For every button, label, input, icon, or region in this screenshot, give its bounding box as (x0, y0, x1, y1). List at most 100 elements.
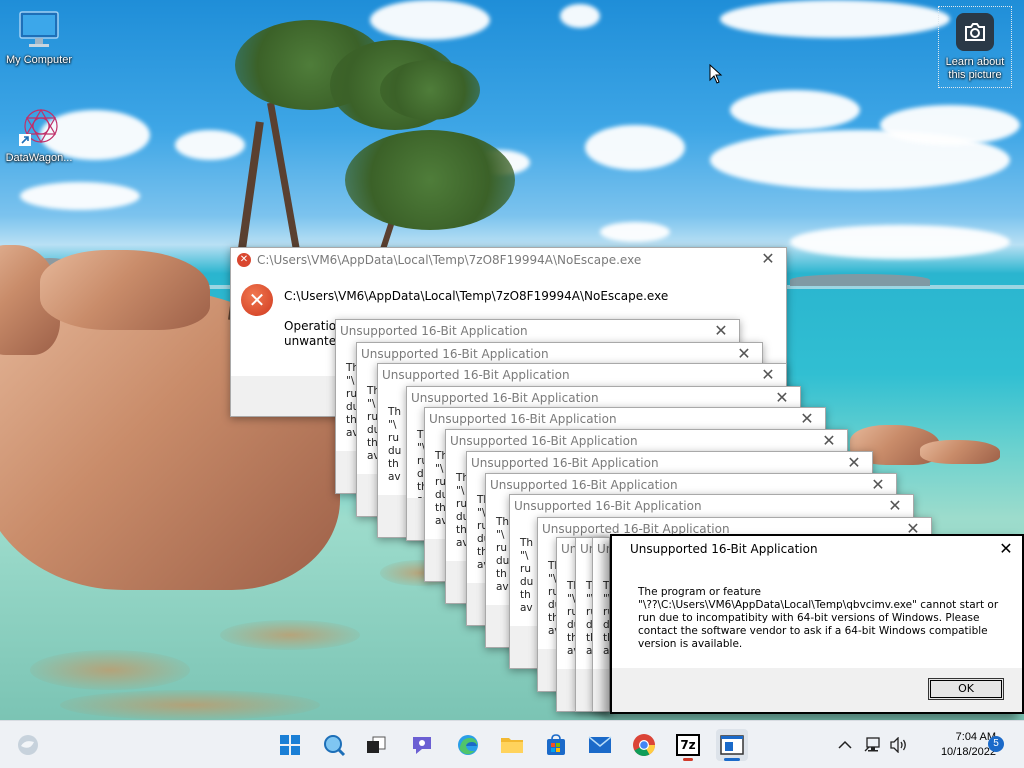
dialog-footer (593, 669, 609, 711)
dialog-title: Unsupported 16-Bit Application (411, 391, 599, 405)
dialog-message-line: "\ (520, 550, 529, 562)
7zip-button[interactable]: 7z (672, 729, 704, 761)
dialog-message-line: Th (603, 580, 610, 592)
chevron-up-icon (838, 740, 852, 749)
notification-badge[interactable]: 5 (988, 736, 1004, 752)
close-icon[interactable]: ✕ (868, 475, 888, 495)
dialog-message-line: av (520, 602, 533, 614)
mail-button[interactable] (584, 729, 616, 761)
unsupported-16bit-dialog[interactable]: Unsupported 16-Bit Application Th"\ruduth… (592, 537, 610, 712)
error-icon: ✕ (241, 284, 273, 316)
dialog-message-fragment: Th"\ruduthav (603, 580, 610, 658)
dialog-titlebar[interactable]: Unsupported 16-Bit Application (336, 320, 739, 342)
task-view-icon (367, 736, 386, 753)
mail-icon (588, 736, 612, 753)
dialog-message-line: Th (496, 516, 510, 528)
widgets-button[interactable] (12, 729, 44, 761)
close-icon[interactable]: ✕ (996, 539, 1016, 559)
dialog-message-line: av (388, 471, 401, 483)
dialog-message-line: "\ (388, 419, 397, 431)
volume-icon (890, 737, 906, 753)
store-button[interactable] (540, 729, 572, 761)
dialog-titlebar[interactable]: Unsupported 16-Bit Application (467, 452, 872, 474)
dialog-titlebar[interactable]: Unsupported 16-Bit Application (425, 408, 825, 430)
widgets-icon (18, 735, 38, 755)
network-button[interactable] (860, 729, 886, 761)
start-icon (280, 735, 300, 755)
dialog-message-line: "\ (496, 529, 505, 541)
close-icon[interactable]: ✕ (758, 249, 778, 269)
desktop-icon-label: My Computer (5, 54, 73, 66)
dialog-titlebar[interactable]: Unsupported 16-Bit Application (407, 387, 800, 409)
ok-button[interactable]: OK (928, 678, 1004, 700)
active-indicator (724, 758, 740, 761)
dialog-title: Unsupported 16-Bit Application (471, 456, 659, 470)
dialog-titlebar[interactable]: ✕ C:\Users\VM6\AppData\Local\Temp\7zO8F1… (231, 248, 786, 272)
dialog-titlebar[interactable]: Unsupported 16-Bit Application (357, 343, 762, 365)
dialog-title: Unsupported 16-Bit Application (429, 412, 617, 426)
edge-button[interactable] (452, 729, 484, 761)
close-icon[interactable]: ✕ (885, 496, 905, 516)
dialog-message-line: av (603, 645, 610, 657)
dialog-titlebar[interactable]: Unsupported 16-Bit Application (510, 495, 913, 517)
datawagon-shortcut-icon (19, 108, 58, 146)
file-explorer-button[interactable] (496, 729, 528, 761)
search-button[interactable] (318, 729, 350, 761)
close-icon[interactable]: ✕ (819, 431, 839, 451)
dialog-message-line: ru (388, 432, 399, 444)
close-icon[interactable]: ✕ (772, 388, 792, 408)
unsupported-16bit-dialog-front[interactable]: Unsupported 16-Bit Application ✕ The pro… (610, 534, 1024, 714)
dialog-title: Unsupported 16-Bit Application (597, 542, 609, 556)
dialog-titlebar[interactable]: Unsupported 16-Bit Application (446, 430, 847, 452)
volume-button[interactable] (886, 729, 912, 761)
learn-about-picture-widget[interactable]: Learn about this picture (938, 6, 1012, 88)
start-button[interactable] (274, 729, 306, 761)
dialog-title: Unsupported 16-Bit Application (340, 324, 528, 338)
teams-chat-button[interactable] (406, 729, 438, 761)
close-icon[interactable]: ✕ (758, 365, 778, 385)
close-icon[interactable]: ✕ (844, 453, 864, 473)
clock[interactable]: 7:04 AM 10/18/2022 (914, 730, 996, 760)
chrome-button[interactable] (628, 729, 660, 761)
dialog-title: C:\Users\VM6\AppData\Local\Temp\7zO8F199… (257, 253, 642, 267)
7zip-icon: 7z (676, 734, 700, 756)
desktop-icon-my-computer[interactable]: My Computer (1, 10, 77, 66)
task-view-button[interactable] (360, 729, 392, 761)
dialog-message-fragment: Th"\ruduthav (388, 406, 401, 484)
edge-icon (458, 735, 478, 755)
dialog-message-line: av (496, 581, 509, 593)
dialog-message-line: th (603, 632, 609, 644)
dialog-message-line: du (496, 555, 510, 567)
store-icon (547, 734, 565, 755)
dialog-message-line: Th (520, 537, 534, 549)
dialog-message-line: th (520, 589, 531, 601)
close-icon[interactable]: ✕ (797, 409, 817, 429)
close-icon[interactable]: ✕ (734, 344, 754, 364)
dialog-message-line: du (520, 576, 534, 588)
close-icon[interactable]: ✕ (711, 321, 731, 341)
dialog-footer: OK (612, 668, 1022, 712)
chrome-icon (633, 734, 655, 756)
dialog-message-line: ru (496, 542, 507, 554)
desktop-icon-label: DataWagon... (5, 152, 73, 164)
show-hidden-icons-button[interactable] (832, 729, 858, 761)
desktop-icon-datawagon[interactable]: DataWagon... (1, 104, 77, 164)
dialog-title: Unsupported 16-Bit Application (361, 347, 549, 361)
dialog-titlebar[interactable]: Unsupported 16-Bit Application (486, 474, 896, 496)
clock-date: 10/18/2022 (940, 746, 996, 758)
active-app-button[interactable] (716, 729, 748, 761)
dialog-titlebar[interactable]: Unsupported 16-Bit Application (612, 536, 1022, 562)
dialog-message-line: ru (603, 606, 609, 618)
learn-about-label: Learn about this picture (945, 56, 1005, 81)
clock-time: 7:04 AM (955, 731, 996, 743)
dialog-titlebar[interactable]: Unsupported 16-Bit Application (593, 538, 609, 560)
mouse-cursor-icon (709, 64, 723, 84)
dialog-titlebar[interactable]: Unsupported 16-Bit Application (378, 364, 786, 386)
dialog-title: Unsupported 16-Bit Application (382, 368, 570, 382)
dialog-message-line: du (603, 619, 610, 631)
error-path-text: C:\Users\VM6\AppData\Local\Temp\7zO8F199… (284, 289, 669, 303)
dialog-title: Unsupported 16-Bit Application (450, 434, 638, 448)
file-explorer-icon (501, 738, 523, 753)
dialog-message-fragment: Th"\ruduthav (496, 516, 509, 594)
dialog-title: Unsupported 16-Bit Application (630, 542, 818, 556)
